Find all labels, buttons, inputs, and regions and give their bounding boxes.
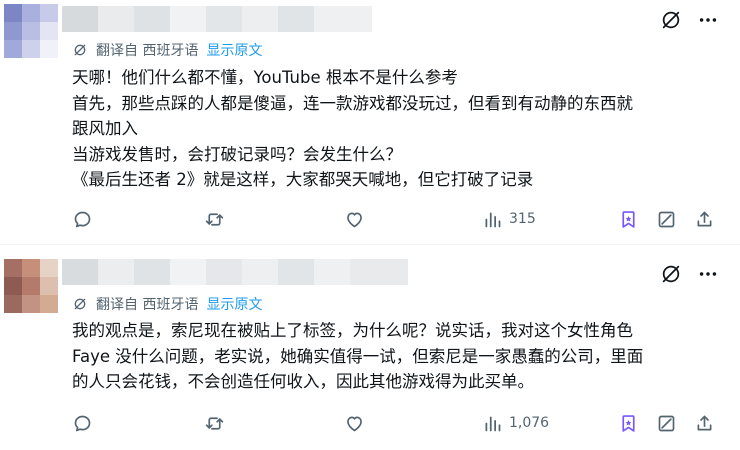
avatar[interactable] [4, 259, 58, 313]
bookmark-icon [622, 210, 635, 228]
share-button[interactable] [694, 411, 715, 435]
reply-button[interactable] [72, 207, 93, 231]
translation-notice: 翻译自 西班牙语 显示原文 [72, 40, 262, 60]
retweet-button[interactable] [204, 207, 225, 231]
bookmark-icon [622, 414, 635, 432]
views-icon [485, 212, 501, 227]
reply-icon [74, 211, 91, 227]
post-text-line: 《最后生还者 2》就是这样，大家都哭天喊地，但它打破了记录 [72, 170, 534, 189]
retweet-icon [205, 416, 224, 430]
avatar[interactable] [4, 4, 58, 58]
views-icon [485, 416, 501, 431]
retweet-button[interactable] [204, 411, 225, 435]
retweet-icon [205, 212, 224, 226]
reply-icon [74, 415, 91, 431]
translate-icon [74, 298, 86, 310]
like-button[interactable] [344, 207, 365, 231]
share-icon [697, 211, 712, 226]
post-text-line: 跟风加入 [72, 119, 138, 138]
grok-action-button[interactable] [656, 207, 677, 231]
post: 翻译自 西班牙语 显示原文 我的观点是，索尼现在被贴上了标签，为什么呢？说实话，… [0, 245, 740, 450]
views-count: 1,076 [509, 415, 550, 431]
translated-from-label: 翻译自 西班牙语 [96, 43, 199, 59]
views-button[interactable]: 315 [482, 207, 536, 231]
bookmark-button[interactable] [618, 207, 639, 231]
post-text: 我的观点是，索尼现在被贴上了标签，为什么呢？说实话，我对这个女性角色 Faye … [72, 318, 722, 395]
post-text-line: 首先，那些点踩的人都是傻逼，连一款游戏都没玩过，但看到有动静的东西就 [72, 93, 633, 113]
views-count: 315 [509, 211, 536, 227]
views-button[interactable]: 1,076 [482, 411, 549, 435]
share-button[interactable] [694, 207, 715, 231]
post-text-line: 天哪！他们什么都不懂，YouTube 根本不是什么参考 [72, 68, 458, 87]
like-icon [347, 212, 362, 227]
grok-icon[interactable] [660, 263, 682, 285]
post-text: 天哪！他们什么都不懂，YouTube 根本不是什么参考 首先，那些点踩的人都是傻… [72, 65, 722, 193]
more-icon[interactable] [696, 9, 720, 31]
like-icon [347, 416, 362, 431]
more-icon[interactable] [696, 263, 720, 285]
translated-from-label: 翻译自 西班牙语 [96, 297, 199, 313]
show-original-link[interactable]: 显示原文 [206, 294, 262, 314]
bookmark-button[interactable] [618, 411, 639, 435]
action-bar: 315 [62, 207, 726, 231]
grok-icon[interactable] [660, 9, 682, 31]
post: 翻译自 西班牙语 显示原文 天哪！他们什么都不懂，YouTube 根本不是什么参… [0, 0, 740, 244]
post-text-line: 的人只会花钱，不会创造任何收入，因此其他游戏得为此买单。 [72, 372, 534, 391]
grok-action-button[interactable] [656, 411, 677, 435]
grok-action-icon [658, 415, 675, 431]
post-text-line: 当游戏发售时，会打破记录吗？会发生什么？ [72, 144, 402, 164]
translation-notice: 翻译自 西班牙语 显示原文 [72, 294, 262, 314]
show-original-link[interactable]: 显示原文 [206, 40, 262, 60]
action-bar: 1,076 [62, 411, 726, 435]
reply-button[interactable] [72, 411, 93, 435]
post-text-line: 我的观点是，索尼现在被贴上了标签，为什么呢？说实话，我对这个女性角色 [72, 321, 633, 340]
post-text-line: Faye 没什么问题，老实说，她确实值得一试，但索尼是一家愚蠢的公司，里面 [72, 346, 644, 366]
like-button[interactable] [344, 411, 365, 435]
grok-action-icon [658, 211, 675, 227]
translate-icon [74, 44, 86, 56]
share-icon [697, 415, 712, 430]
